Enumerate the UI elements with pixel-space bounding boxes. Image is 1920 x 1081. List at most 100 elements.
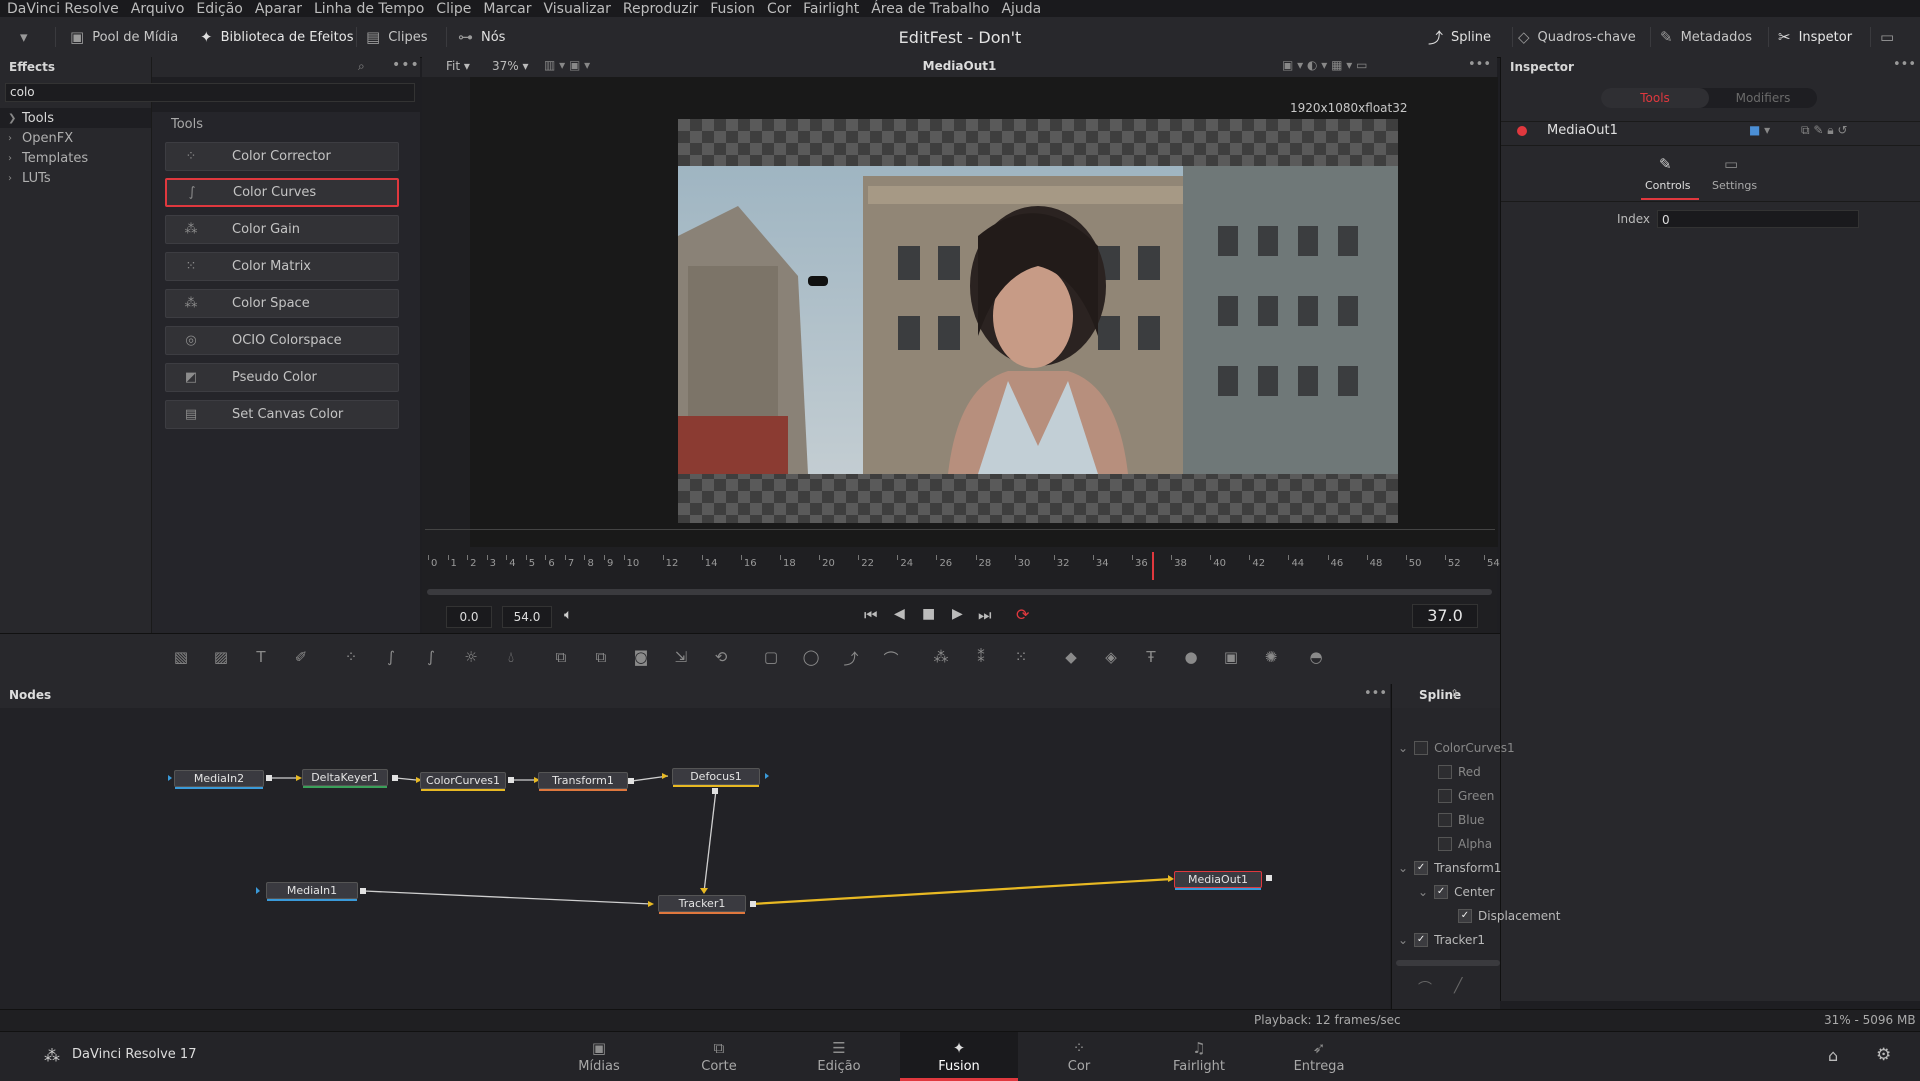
page-edicao[interactable]: ☰ Edição [780, 1032, 898, 1081]
image-plane-3d-icon[interactable]: ◆ [1060, 648, 1082, 668]
effects-search-input[interactable]: colo [5, 83, 415, 102]
checkbox[interactable] [1438, 813, 1452, 827]
checkbox[interactable] [1438, 837, 1452, 851]
viewer-options-icon[interactable]: ▣ ▾ ◐ ▾ ▦ ▾ ▭ [1282, 58, 1367, 72]
node-transform1[interactable]: Transform1 [538, 772, 628, 791]
light-3d-icon[interactable]: ✺ [1260, 648, 1282, 668]
more-options-icon[interactable]: ••• [1893, 57, 1916, 72]
menu-davinci[interactable]: DaVinci Resolve [7, 1, 119, 17]
checkbox[interactable] [1438, 765, 1452, 779]
particle-render-icon[interactable]: ⁑ [970, 648, 992, 668]
subtab-settings[interactable]: Settings [1712, 179, 1757, 192]
renderer-3d-icon[interactable]: ◓ [1305, 648, 1327, 668]
background-tool-icon[interactable]: ▧ [170, 648, 192, 668]
text-3d-icon[interactable]: Ŧ [1140, 648, 1162, 668]
node-mediaout1[interactable]: MediaOut1 [1174, 871, 1262, 890]
effect-item[interactable]: ▤ Set Canvas Color [165, 400, 399, 429]
polygon-mask-icon[interactable]: ⤴ [840, 648, 862, 668]
stop-icon[interactable]: ■ [922, 606, 935, 622]
spline-row[interactable]: Blue [1438, 810, 1485, 830]
checkbox-checked[interactable]: ✓ [1434, 885, 1449, 899]
page-entrega[interactable]: ➶ Entrega [1260, 1032, 1378, 1081]
tab-modifiers[interactable]: Modifiers [1709, 88, 1817, 108]
playhead[interactable] [1151, 552, 1154, 580]
node-tracker1[interactable]: Tracker1 [658, 895, 746, 914]
checkbox-checked[interactable]: ✓ [1414, 933, 1429, 947]
node-defocus1[interactable]: Defocus1 [672, 768, 760, 787]
bspline-mask-icon[interactable]: ⌒ [880, 648, 902, 668]
node-color-picker[interactable]: ■ ▾ [1749, 123, 1770, 137]
more-options-icon[interactable]: ••• [1468, 57, 1491, 72]
spline-button[interactable]: ⤴ Spline [1428, 17, 1491, 57]
text-tool-icon[interactable]: T [250, 648, 272, 668]
menu-arquivo[interactable]: Arquivo [131, 1, 185, 17]
sort-icon[interactable]: ⇕ [1450, 687, 1459, 700]
menu-cor[interactable]: Cor [767, 1, 791, 17]
inspector-button[interactable]: ✂ Inspetor [1778, 17, 1852, 57]
spline-row[interactable]: ⌄ ColorCurves1 [1398, 738, 1515, 758]
start-frame-field[interactable]: 0.0 [446, 606, 492, 628]
menu-reproduzir[interactable]: Reproduzir [623, 1, 698, 17]
effect-item[interactable]: ◩ Pseudo Color [165, 363, 399, 392]
home-icon[interactable]: ⌂ [1828, 1046, 1838, 1065]
spline-row[interactable]: Alpha [1438, 834, 1492, 854]
effect-item[interactable]: ⁂ Color Space [165, 289, 399, 318]
menu-visualizar[interactable]: Visualizar [544, 1, 611, 17]
effect-item[interactable]: ⁂ Color Gain [165, 215, 399, 244]
smooth-icon[interactable]: ⌒ [1418, 978, 1432, 998]
page-fairlight[interactable]: ♫ Fairlight [1140, 1032, 1258, 1081]
keyframes-button[interactable]: ◇ Quadros-chave [1518, 17, 1636, 57]
timeline-scrollbar[interactable] [427, 589, 1492, 595]
ellipse-mask-icon[interactable]: ◯ [800, 648, 822, 668]
matte-tool-icon[interactable]: ◙ [630, 648, 652, 668]
resize-tool-icon[interactable]: ⇲ [670, 648, 692, 668]
layers-tool-icon[interactable]: ⧉ [590, 648, 612, 668]
menu-fairlight[interactable]: Fairlight [803, 1, 859, 17]
menu-ajuda[interactable]: Ajuda [1001, 1, 1041, 17]
media-pool-button[interactable]: ▣ Pool de Mídia [70, 17, 178, 57]
spline-row[interactable]: ⌄ ✓ Tracker1 [1398, 930, 1485, 950]
workspace-dropdown[interactable]: ▾ [20, 17, 28, 57]
play-icon[interactable]: ▶ [952, 606, 963, 622]
nodes-button[interactable]: ⊶ Nós [458, 17, 505, 57]
merge-3d-icon[interactable]: ● [1180, 648, 1202, 668]
step-back-icon[interactable]: ◀ [894, 606, 905, 622]
transform-tool-icon[interactable]: ⟲ [710, 648, 732, 668]
current-frame-field[interactable]: 37.0 [1412, 604, 1478, 628]
shape-3d-icon[interactable]: ◈ [1100, 648, 1122, 668]
linear-icon[interactable]: ╱ [1454, 978, 1462, 994]
menu-clipe[interactable]: Clipe [436, 1, 471, 17]
node-mediain1[interactable]: MediaIn1 [266, 882, 358, 901]
node-mediain2[interactable]: MediaIn2 [174, 770, 264, 789]
end-frame-field[interactable]: 54.0 [502, 606, 552, 628]
page-fusion[interactable]: ✦ Fusion [900, 1032, 1018, 1081]
spline-scrollbar[interactable] [1396, 960, 1500, 966]
metadata-button[interactable]: ✎ Metadados [1660, 17, 1752, 57]
checkbox[interactable] [1438, 789, 1452, 803]
brightness-tool-icon[interactable]: ☼ [460, 648, 482, 668]
effect-item[interactable]: ◎ OCIO Colorspace [165, 326, 399, 355]
nodes-panel[interactable]: Nodes ••• MediaIn2 DeltaKeyer1 ColorCurv… [0, 684, 1390, 1009]
menu-marcar[interactable]: Marcar [483, 1, 531, 17]
effect-item[interactable]: ⁘ Color Corrector [165, 142, 399, 171]
node-deltakeyer1[interactable]: DeltaKeyer1 [302, 769, 388, 788]
menu-edicao[interactable]: Edição [196, 1, 242, 17]
checkbox-checked[interactable]: ✓ [1458, 909, 1472, 923]
curves-alt-tool-icon[interactable]: ∫ [420, 648, 442, 668]
tree-item-tools[interactable]: ❯ Tools [0, 108, 151, 128]
spline-row[interactable]: Red [1438, 762, 1481, 782]
page-midias[interactable]: ▣ Mídias [540, 1032, 658, 1081]
particle-style-icon[interactable]: ⁙ [1010, 648, 1032, 668]
fullscreen-button[interactable]: ▭ [1880, 17, 1894, 57]
menu-aparar[interactable]: Aparar [255, 1, 302, 17]
loop-icon[interactable]: ⟳ [1016, 605, 1029, 624]
spline-row[interactable]: ✓ Displacement [1458, 906, 1561, 926]
menu-fusion[interactable]: Fusion [710, 1, 755, 17]
effects-library-button[interactable]: ✦ Biblioteca de Efeitos [200, 17, 354, 57]
spline-row[interactable]: ⌄ ✓ Center [1418, 882, 1494, 902]
checkbox-checked[interactable]: ✓ [1414, 861, 1429, 875]
go-to-start-icon[interactable]: ⏮︎ [864, 606, 878, 624]
menu-linha-de-tempo[interactable]: Linha de Tempo [314, 1, 424, 17]
tab-tools[interactable]: Tools [1601, 88, 1709, 108]
curves-tool-icon[interactable]: ∫ [380, 648, 402, 668]
